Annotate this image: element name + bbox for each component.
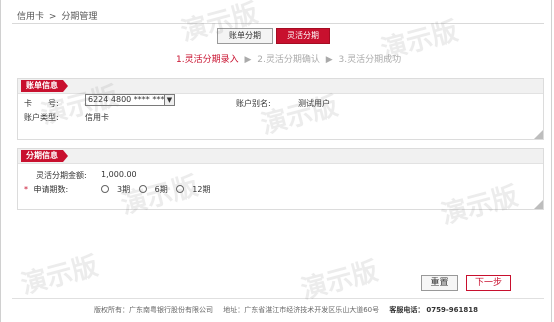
panel-corner (534, 200, 543, 209)
footer-address: 地址：广东省湛江市经济技术开发区乐山大道60号 (223, 306, 380, 314)
step-2: 2.灵活分期确认 (257, 55, 320, 65)
installment-tabs: 账单分期 灵活分期 (217, 28, 330, 44)
progress-steps: 1.灵活分期录入 ▶ 2.灵活分期确认 ▶ 3.灵活分期成功 (176, 52, 401, 65)
period-option-6[interactable]: 6期 (138, 184, 168, 195)
footer-phone: 0759-961818 (426, 306, 479, 314)
period-option-12[interactable]: 12期 (176, 184, 210, 195)
account-alias-label: 账户别名: (236, 99, 271, 108)
panel-title: 分期信息 (21, 150, 68, 162)
account-type-label: 账户类型: (24, 113, 59, 122)
breadcrumb-separator: > (48, 12, 57, 22)
breadcrumb: 信用卡 > 分期管理 (17, 9, 99, 22)
footer-phone-label: 客服电话： (389, 306, 425, 314)
account-alias-value: 测试用户 (298, 99, 330, 108)
radio-button[interactable] (101, 185, 109, 193)
tab-flexible-installment[interactable]: 灵活分期 (276, 28, 330, 44)
step-1: 1.灵活分期录入 (176, 55, 239, 65)
chevron-down-icon[interactable]: ▼ (164, 95, 174, 105)
panel-corner (534, 130, 543, 139)
panel-header: 分期信息 (18, 149, 543, 164)
periods-label-row: * 申请期数: (24, 184, 68, 195)
period-option-3[interactable]: 3期 (101, 184, 130, 195)
account-type-value: 信用卡 (85, 113, 109, 122)
footer: 版权所有：广东南粤银行股份有限公司 地址：广东省湛江市经济技术开发区乐山大道60… (94, 305, 486, 315)
panel-header: 账单信息 (18, 79, 543, 94)
footer-copyright: 版权所有：广东南粤银行股份有限公司 (94, 306, 213, 314)
card-number-label: 卡 号: (24, 99, 59, 108)
card-number-value: 6224 4800 **** ***8 (88, 95, 170, 104)
periods-radio-group: 3期 6期 12期 (101, 184, 216, 195)
periods-label: 申请期数: (33, 185, 69, 194)
breadcrumb-current: 分期管理 (61, 12, 98, 22)
period-option-label: 3期 (117, 185, 131, 194)
installment-info-panel: 分期信息 灵活分期金额: 1,000.00 * 申请期数: 3期 6期 12期 (17, 148, 544, 210)
step-3: 3.灵活分期成功 (338, 55, 402, 65)
next-step-button[interactable]: 下一步 (466, 275, 511, 291)
footer-divider (12, 298, 544, 299)
period-option-label: 6期 (154, 185, 168, 194)
header-divider (12, 23, 544, 24)
installment-amount-value: 1,000.00 (101, 170, 137, 179)
reset-button[interactable]: 重置 (421, 275, 458, 291)
panel-title: 账单信息 (21, 80, 68, 92)
breadcrumb-root[interactable]: 信用卡 (17, 12, 44, 22)
radio-button[interactable] (176, 185, 185, 193)
installment-amount-label: 灵活分期金额: (36, 171, 87, 180)
period-option-label: 12期 (192, 185, 211, 194)
required-mark: * (24, 185, 28, 194)
step-arrow-icon: ▶ (244, 55, 252, 65)
card-number-select[interactable]: 6224 4800 **** ***8 ▼ (85, 94, 175, 106)
step-arrow-icon: ▶ (325, 55, 333, 65)
tab-bill-installment[interactable]: 账单分期 (217, 28, 273, 44)
account-info-panel: 账单信息 卡 号: 6224 4800 **** ***8 ▼ 账户别名: 测试… (17, 78, 544, 140)
radio-button[interactable] (138, 185, 147, 193)
